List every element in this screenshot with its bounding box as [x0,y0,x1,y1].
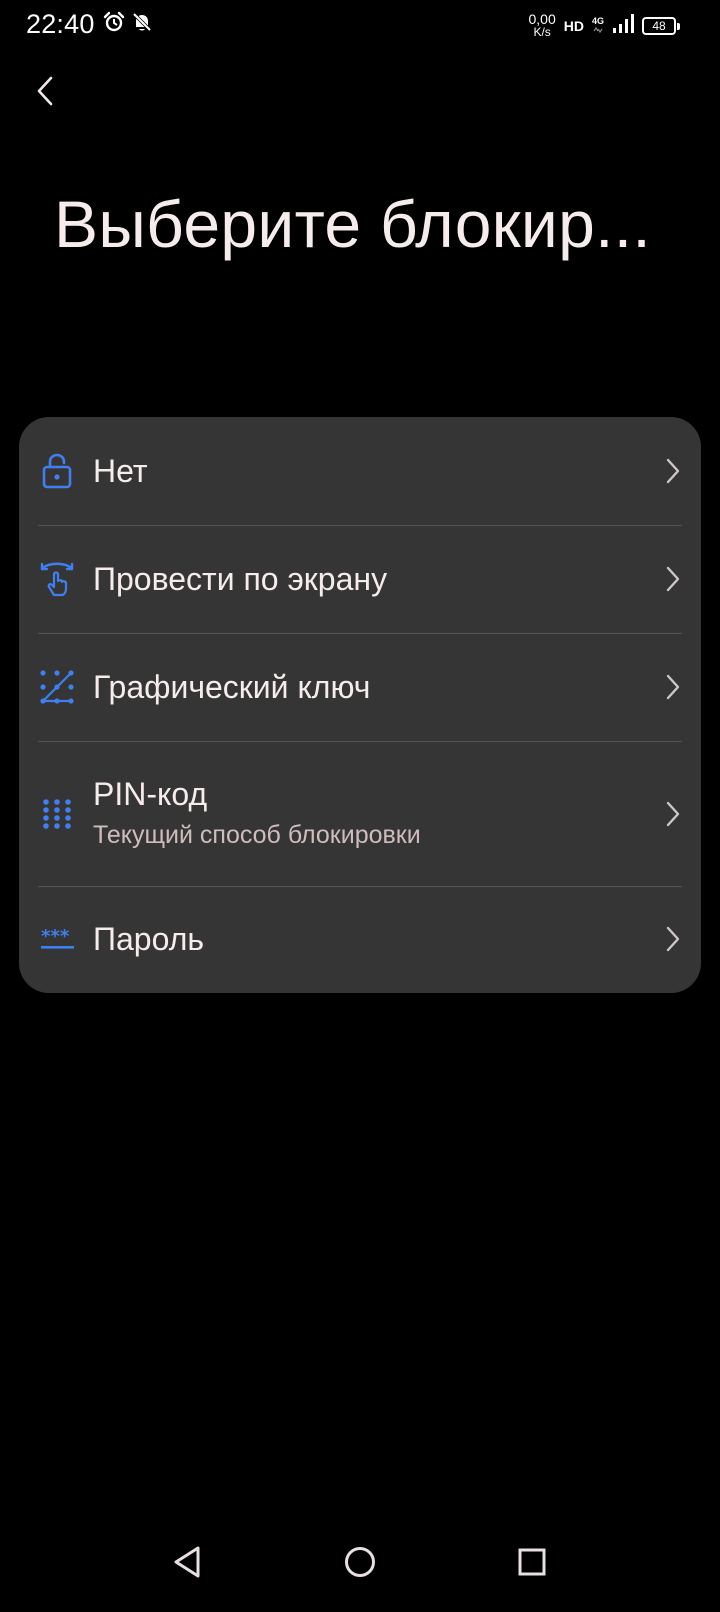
option-pattern[interactable]: Графический ключ [19,633,701,741]
battery-level: 48 [652,19,666,33]
page-title: Выберите блокир... [54,187,651,261]
option-pin[interactable]: PIN-код Текущий способ блокировки [19,741,701,886]
nav-recents-icon [518,1548,546,1576]
network-speed-unit: K/s [533,25,551,39]
nav-recents-button[interactable] [502,1532,562,1592]
pattern-icon [39,669,75,705]
option-pattern-label: Графический ключ [93,669,371,705]
chevron-right-icon [663,924,683,954]
status-time: 22:40 [26,9,95,39]
option-pin-label: PIN-код [93,776,208,812]
bell-off-icon [131,11,153,38]
battery-icon: 48 [642,17,680,35]
nav-home-icon [345,1547,375,1577]
network-type: 4G [591,15,604,36]
status-right: 0,00 K/s HD 4G 48 [529,10,680,42]
chevron-right-icon [663,799,683,829]
status-left-icons [103,11,153,38]
nav-home-button[interactable] [330,1532,390,1592]
option-swipe-label: Провести по экрану [93,561,388,597]
data-arrows-icon [593,26,603,36]
nav-back-icon [174,1546,200,1578]
chevron-right-icon [663,564,683,594]
swipe-icon [39,561,75,597]
password-icon: *** [39,922,75,958]
alarm-icon [103,11,125,38]
network-type-label: 4G [591,15,604,26]
pin-icon [39,796,75,832]
status-bar: 22:40 0,00 K/s HD 4G 48 [0,0,720,52]
option-swipe[interactable]: Провести по экрану [19,525,701,633]
network-speed: 0,00 K/s [529,12,556,39]
chevron-right-icon [663,456,683,486]
option-password-label: Пароль [93,921,205,957]
unlock-icon [39,453,75,489]
navigation-bar [0,1532,720,1612]
nav-back-button[interactable] [157,1532,217,1592]
option-pin-current-badge: Текущий способ блокировки [93,821,421,849]
chevron-right-icon [663,672,683,702]
back-button[interactable] [22,68,68,114]
lock-options-card: Нет Провести по экрану Графический ключ … [19,417,701,993]
option-none-label: Нет [93,453,148,489]
signal-icon [612,13,634,39]
option-password[interactable]: *** Пароль [19,886,701,993]
option-none[interactable]: Нет [19,417,701,525]
svg-text:***: *** [41,926,70,947]
hd-badge: HD [563,18,584,34]
chevron-left-icon [37,76,53,106]
